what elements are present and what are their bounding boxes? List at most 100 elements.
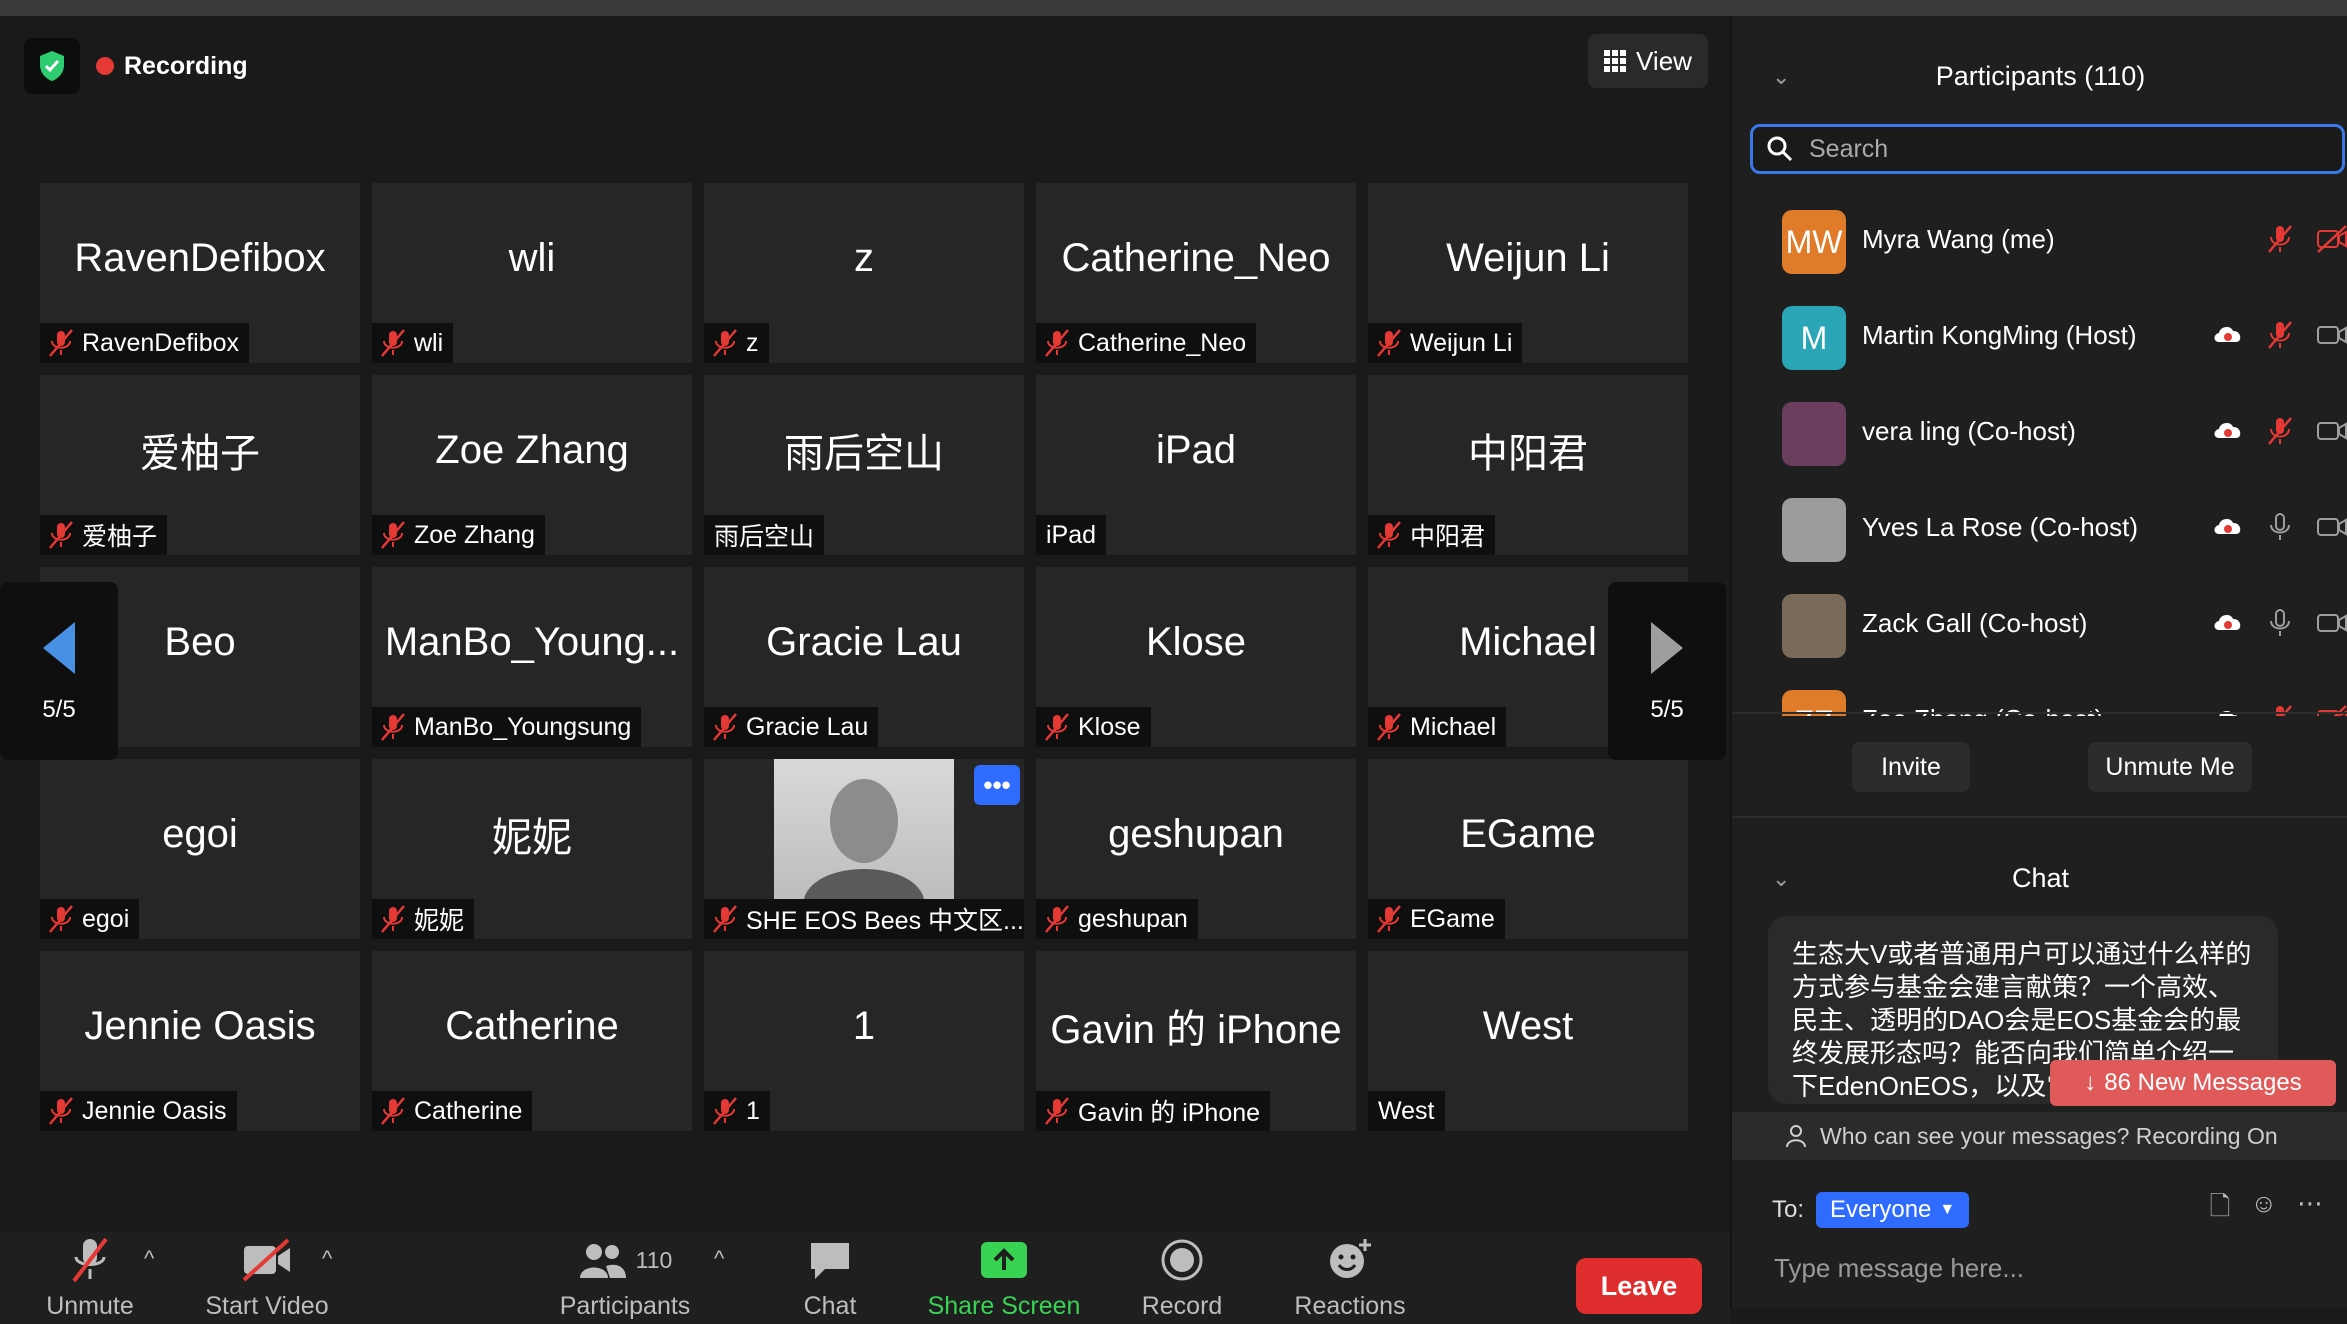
participant-name-tag: Catherine [372,1091,533,1131]
participants-icon [579,1244,626,1278]
to-label: To: [1772,1196,1805,1223]
mic-muted-icon [1377,713,1401,741]
view-button[interactable]: View [1588,34,1708,88]
next-page-button[interactable]: 5/5 [1608,582,1726,760]
share-screen-icon [981,1242,1027,1278]
emoji-icon[interactable]: ☺ [2250,1188,2277,1232]
avatar: M [1782,306,1846,370]
participant-tag-label: West [1378,1096,1435,1125]
video-options-caret-icon[interactable]: ^ [322,1246,332,1272]
participant-tag-label: 中阳君 [1410,523,1486,551]
new-messages-label: 86 New Messages [2104,1069,2302,1096]
invite-button[interactable]: Invite [1852,742,1970,792]
avatar-initials: M [1800,319,1828,356]
participant-search-box[interactable] [1750,124,2345,174]
collapse-participants-chevron-icon[interactable]: ⌄ [1772,64,1790,90]
new-messages-button[interactable]: ↓ 86 New Messages [2050,1060,2336,1106]
participant-tile[interactable]: Zoe Zhang Zoe Zhang [372,375,692,555]
participants-button[interactable]: 110 Participants [556,1232,694,1324]
cloud-host-icon [2214,519,2241,534]
chat-bubble-icon [811,1243,849,1279]
recipient-value: Everyone [1830,1196,1932,1223]
camera-icon [2317,326,2347,344]
chat-message-input[interactable] [1772,1246,2312,1290]
participant-row[interactable]: Zack Gall (Co-host) [1732,580,2347,676]
participant-tile[interactable]: 中阳君 中阳君 [1368,375,1688,555]
reactions-emoji-icon [1330,1239,1371,1278]
participant-row[interactable]: ZZ Zoe Zhang (Co-host) [1732,676,2347,716]
start-video-button[interactable]: Start Video [200,1232,334,1324]
chat-visibility-bar[interactable]: Who can see your messages? Recording On [1732,1112,2347,1160]
participant-name-tag: egoi [40,899,140,939]
unmute-me-button[interactable]: Unmute Me [2088,742,2252,792]
audio-options-caret-icon[interactable]: ^ [144,1246,154,1272]
participant-tag-label: Catherine [414,1096,523,1125]
participant-tile[interactable]: 11 [704,951,1024,1131]
participant-name: Martin KongMing (Host) [1862,320,2137,350]
mic-muted-icon [1045,905,1069,933]
participant-tile[interactable]: West West [1368,951,1688,1131]
participant-tile[interactable]: iPad iPad [1036,375,1356,555]
participant-row[interactable]: vera ling (Co-host) [1732,388,2347,484]
chat-recipient-row: To: Everyone ▼ [1772,1192,1970,1228]
participant-search-input[interactable] [1807,133,2327,165]
participant-tag-label: Jennie Oasis [82,1096,227,1125]
participant-tile[interactable]: 雨后空山 雨后空山 [704,375,1024,555]
participant-name: Yves La Rose (Co-host) [1862,512,2139,542]
mic-muted-icon [1045,1097,1069,1125]
mic-muted-icon [49,521,73,549]
file-icon[interactable]: 🗋 [2210,1188,2231,1232]
participant-tile[interactable]: ManBo_Young... ManBo_Youngsung [372,567,692,747]
participant-display-name: z [854,235,874,280]
participant-tile[interactable]: 爱柚子 爱柚子 [40,375,360,555]
participant-tile[interactable]: ••• SHE EOS Bees 中文区... [704,759,1024,939]
participant-tile[interactable]: Weijun Li Weijun Li [1368,183,1688,363]
share-screen-button[interactable]: Share Screen [922,1232,1086,1324]
leave-button[interactable]: Leave [1576,1258,1702,1314]
participant-tile[interactable]: Jennie Oasis Jennie Oasis [40,951,360,1131]
security-shield-icon[interactable] [24,38,80,94]
previous-page-button[interactable]: 5/5 [0,582,118,760]
participant-name-tag: 雨后空山 [704,515,825,555]
chat-button[interactable]: Chat [780,1232,880,1324]
participant-tile[interactable]: egoi egoi [40,759,360,939]
participant-tag-label: Gavin 的 iPhone [1078,1099,1261,1127]
participant-tile[interactable]: Klose Klose [1036,567,1356,747]
avatar-initials: MW [1785,223,1843,260]
participant-tile[interactable]: 妮妮 妮妮 [372,759,692,939]
mic-muted-icon [381,329,405,357]
participant-tile[interactable]: wli wli [372,183,692,363]
participant-row[interactable]: M Martin KongMing (Host) [1732,292,2347,388]
participant-tile[interactable]: Catherine Catherine [372,951,692,1131]
participant-tile[interactable]: Gavin 的 iPhone Gavin 的 iPhone [1036,951,1356,1131]
recipient-dropdown[interactable]: Everyone ▼ [1816,1192,1970,1228]
tile-more-options-button[interactable]: ••• [974,765,1020,805]
mic-icon [2270,609,2290,636]
participant-tile[interactable]: Catherine_Neo Catherine_Neo [1036,183,1356,363]
participant-display-name: 1 [852,1003,876,1048]
avatar [1782,402,1846,466]
participant-display-name: West [1482,1003,1574,1048]
mic-muted-icon [713,713,737,741]
participant-row[interactable]: Yves La Rose (Co-host) [1732,484,2347,580]
cloud-host-icon [2214,615,2241,630]
unmute-button[interactable]: Unmute [40,1232,140,1324]
participants-options-caret-icon[interactable]: ^ [714,1246,724,1272]
participant-row[interactable]: MW Myra Wang (me) [1732,196,2347,292]
participant-tile[interactable]: zz [704,183,1024,363]
participant-tag-label: geshupan [1078,904,1188,933]
participant-display-name: 爱柚子 [140,432,260,476]
participant-display-name: ManBo_Young... [384,619,680,664]
participant-tile[interactable]: geshupan geshupan [1036,759,1356,939]
participant-display-name: 中阳君 [1468,432,1588,476]
collapse-chat-chevron-icon[interactable]: ⌄ [1772,866,1790,892]
reactions-button[interactable]: Reactions [1290,1232,1410,1324]
recording-indicator[interactable]: Recording [96,44,248,88]
participant-tag-label: Weijun Li [1410,328,1513,357]
more-options-icon[interactable]: ⋯ [2297,1188,2323,1232]
participant-tag-label: SHE EOS Bees 中文区... [746,907,1024,935]
participant-tile[interactable]: Gracie Lau Gracie Lau [704,567,1024,747]
participant-tile[interactable]: RavenDefibox RavenDefibox [40,183,360,363]
participant-tile[interactable]: EGame EGame [1368,759,1688,939]
record-button[interactable]: Record [1130,1232,1234,1324]
